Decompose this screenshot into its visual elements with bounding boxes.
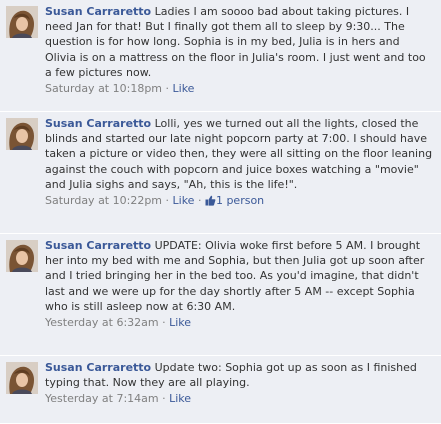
profile-photo-icon [6,240,38,272]
like-link[interactable]: Like [169,316,191,329]
comment-text: Susan Carraretto Lolli, yes we turned ou… [45,116,433,192]
thumbs-up-icon [205,195,216,206]
timestamp[interactable]: Saturday at 10:18pm [45,82,162,95]
comment-author[interactable]: Susan Carraretto [45,361,151,374]
comment-text: Susan Carraretto Update two: Sophia got … [45,360,433,390]
like-count[interactable]: 1 person [205,194,264,207]
avatar[interactable] [6,118,38,150]
comment-item: Susan Carraretto Ladies I am soooo bad a… [0,0,441,112]
comment-author[interactable]: Susan Carraretto [45,5,151,18]
timestamp[interactable]: Saturday at 10:22pm [45,194,162,207]
profile-photo-icon [6,362,38,394]
timestamp[interactable]: Yesterday at 6:32am [45,316,159,329]
separator: · [165,82,170,96]
comment-text: Susan Carraretto UPDATE: Olivia woke fir… [45,238,433,314]
separator: · [162,392,166,406]
like-link[interactable]: Like [169,392,191,405]
comment-list: Susan Carraretto Ladies I am soooo bad a… [0,0,441,424]
profile-photo-icon [6,6,38,38]
comment-text: Susan Carraretto Ladies I am soooo bad a… [45,4,433,80]
like-count-label: 1 person [215,194,265,208]
avatar[interactable] [6,6,38,38]
separator: · [197,194,202,208]
like-link[interactable]: Like [173,82,195,95]
comment-author[interactable]: Susan Carraretto [45,239,151,252]
comment-item: Susan Carraretto Update two: Sophia got … [0,356,441,424]
avatar[interactable] [6,240,38,272]
comment-author[interactable]: Susan Carraretto [45,117,151,130]
like-link[interactable]: Like [173,194,195,207]
comment-meta: Yesterday at 6:32am · Like [45,315,433,330]
separator: · [162,316,166,330]
comment-meta: Saturday at 10:18pm · Like [45,81,433,96]
timestamp[interactable]: Yesterday at 7:14am [45,392,159,405]
comment-meta: Yesterday at 7:14am · Like [45,391,433,406]
separator: · [165,194,170,208]
profile-photo-icon [6,118,38,150]
comment-item: Susan Carraretto UPDATE: Olivia woke fir… [0,234,441,356]
comment-meta: Saturday at 10:22pm · Like · 1 person [45,193,433,208]
avatar[interactable] [6,362,38,394]
comment-item: Susan Carraretto Lolli, yes we turned ou… [0,112,441,234]
